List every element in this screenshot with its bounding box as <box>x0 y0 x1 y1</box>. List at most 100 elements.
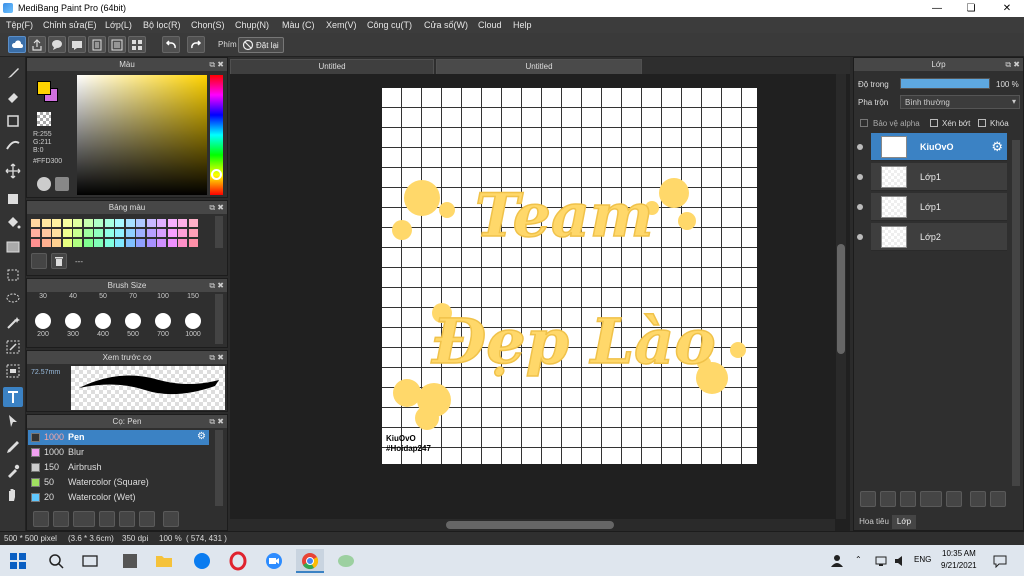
brush-size-option[interactable]: 50 <box>89 293 117 300</box>
drawing-page[interactable]: Team Đẹp Lào KiuOvO #Hoidap247 <box>382 88 757 464</box>
palette-swatch[interactable] <box>178 219 187 227</box>
clock-time[interactable]: 10:35 AM <box>942 549 976 558</box>
palette-swatch[interactable] <box>146 219 156 227</box>
menu-file[interactable]: Tệp(F) <box>6 20 33 30</box>
fill-rect-tool[interactable] <box>3 189 23 209</box>
brush-size-option[interactable]: 700 <box>149 313 177 338</box>
brush-tool[interactable] <box>3 63 23 83</box>
notification-icon[interactable] <box>993 554 1007 568</box>
brush-size-option[interactable]: 150 <box>179 293 207 300</box>
palette-swatch[interactable] <box>83 239 93 247</box>
palette-swatch[interactable] <box>104 229 114 237</box>
reset-button[interactable]: Đặt lại <box>238 37 284 53</box>
panel-controls-icon[interactable]: ⧉ ✖ <box>209 58 224 71</box>
language-indicator[interactable]: ENG <box>914 555 931 564</box>
tab-layers[interactable]: Lớp <box>892 515 916 529</box>
palette-swatch[interactable] <box>157 219 166 227</box>
hand-tool[interactable] <box>3 485 23 505</box>
palette-swatch[interactable] <box>52 239 61 247</box>
start-button[interactable] <box>4 549 32 573</box>
palette-swatch[interactable] <box>41 239 51 247</box>
brush-row[interactable]: 50 Watercolor (Square) <box>28 475 209 490</box>
hue-handle[interactable] <box>211 169 222 180</box>
blur-tool[interactable] <box>3 135 23 155</box>
brush-size-option[interactable]: 200 <box>29 313 57 338</box>
chat-button[interactable] <box>68 36 86 53</box>
palette-swatch[interactable] <box>188 239 198 247</box>
scroll-thumb[interactable] <box>446 521 614 529</box>
new-palette-button[interactable] <box>31 253 47 269</box>
duplicate-brush-button[interactable] <box>139 511 155 527</box>
share-button[interactable] <box>28 36 46 53</box>
maximize-button[interactable]: ❏ <box>954 0 988 17</box>
palette-swatch[interactable] <box>146 229 156 237</box>
panel-controls-icon[interactable]: ⧉ ✖ <box>209 415 224 428</box>
select-pen-tool[interactable] <box>3 337 23 357</box>
layer-row[interactable]: Lớp1 <box>857 163 1007 191</box>
menu-layer[interactable]: Lớp(L) <box>105 20 132 30</box>
new-layer-button[interactable] <box>860 491 876 507</box>
new-halftone-layer-button[interactable] <box>880 491 896 507</box>
palette-swatch[interactable] <box>73 239 82 247</box>
brush-size-option[interactable]: 300 <box>59 313 87 338</box>
chevron-up-icon[interactable]: ⌃ <box>855 555 862 564</box>
brush-settings-button[interactable] <box>99 511 115 527</box>
visibility-eye-icon[interactable] <box>857 234 863 240</box>
grid-button[interactable] <box>128 36 146 53</box>
palette-swatch[interactable] <box>188 219 198 227</box>
palette-swatch[interactable] <box>62 219 72 227</box>
list-button[interactable] <box>108 36 126 53</box>
select-eraser-tool[interactable] <box>3 361 23 381</box>
brush-size-option[interactable]: 70 <box>119 293 147 300</box>
palette-swatch[interactable] <box>115 219 124 227</box>
visibility-eye-icon[interactable] <box>857 144 863 150</box>
palette-swatch[interactable] <box>136 229 145 237</box>
palette-swatch[interactable] <box>125 229 135 237</box>
folder-button[interactable] <box>946 491 962 507</box>
redo-button[interactable] <box>187 36 205 53</box>
new-8bit-layer-button[interactable] <box>900 491 916 507</box>
duplicate-layer-button[interactable] <box>970 491 986 507</box>
brush-size-option[interactable]: 30 <box>29 293 57 300</box>
palette-swatch[interactable] <box>136 239 145 247</box>
palette-swatch[interactable] <box>115 239 124 247</box>
add-layer-menu-button[interactable] <box>920 491 942 507</box>
palette-swatch[interactable] <box>83 229 93 237</box>
clipping-checkbox[interactable] <box>930 119 938 127</box>
brush-folder-button[interactable] <box>119 511 135 527</box>
palette-swatch[interactable] <box>52 219 61 227</box>
close-button[interactable]: ✕ <box>990 0 1024 17</box>
brush-list-scrollbar[interactable] <box>215 430 223 506</box>
taskbar-app-chrome[interactable] <box>296 549 324 573</box>
operation-tool[interactable] <box>3 411 23 431</box>
blend-select[interactable]: Bình thường ▾ <box>900 95 1020 109</box>
palette-swatch[interactable] <box>73 229 82 237</box>
taskbar-app-calculator[interactable] <box>116 549 144 573</box>
palette-swatch[interactable] <box>31 229 40 237</box>
palette-swatch[interactable] <box>136 219 145 227</box>
palette-swatch[interactable] <box>188 229 198 237</box>
primary-color-swatch[interactable] <box>37 81 51 95</box>
canvas-horizontal-scrollbar[interactable] <box>230 519 835 531</box>
menu-select[interactable]: Chọn(S) <box>191 20 225 30</box>
brush-size-option[interactable]: 500 <box>119 313 147 338</box>
palette-swatch[interactable] <box>167 229 177 237</box>
transparent-color-swatch[interactable] <box>37 112 51 126</box>
menu-color[interactable]: Màu (C) <box>282 20 315 30</box>
palette-swatch[interactable] <box>104 239 114 247</box>
palette-swatch[interactable] <box>125 239 135 247</box>
brush-size-scrollbar[interactable] <box>215 294 223 344</box>
cloud-button[interactable] <box>8 36 26 53</box>
gradient-tool[interactable] <box>3 237 23 257</box>
palette-swatch[interactable] <box>41 229 51 237</box>
palette-swatch[interactable] <box>178 239 187 247</box>
menu-filter[interactable]: Bộ lọc(R) <box>143 20 181 30</box>
delete-palette-button[interactable] <box>51 253 67 269</box>
divide-tool[interactable] <box>3 435 23 455</box>
layer-row[interactable]: Lớp2 <box>857 223 1007 251</box>
lasso-tool[interactable] <box>3 289 23 309</box>
comment-button[interactable] <box>48 36 66 53</box>
color-picker-icon[interactable] <box>55 177 69 191</box>
taskbar-app-opera[interactable] <box>224 549 252 573</box>
eyedropper-tool[interactable] <box>3 461 23 481</box>
